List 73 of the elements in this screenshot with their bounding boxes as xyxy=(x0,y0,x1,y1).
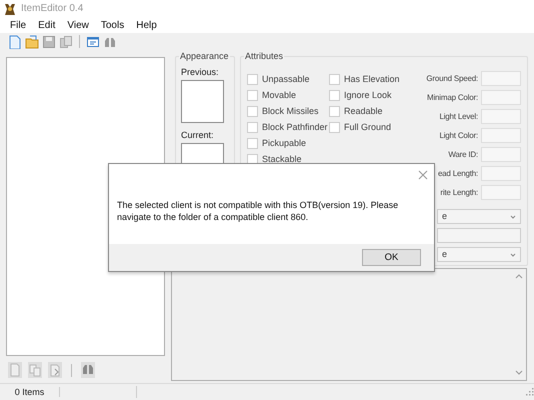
field-label: Previous: xyxy=(181,67,220,78)
group-title: Attributes xyxy=(244,51,284,62)
menu-item[interactable]: Edit xyxy=(38,20,56,32)
field-label: Minimap Color: xyxy=(427,92,478,102)
input-field[interactable] xyxy=(481,71,521,86)
input-field[interactable] xyxy=(437,228,521,243)
field-label: Current: xyxy=(181,130,215,141)
window-title: ItemEditor 0.4 xyxy=(21,3,84,15)
menu-item[interactable]: Tools xyxy=(100,20,124,32)
field-label: Ground Speed: xyxy=(426,74,478,84)
checkbox[interactable] xyxy=(247,74,258,84)
checkbox-label: Stackable xyxy=(262,154,302,164)
checkbox[interactable] xyxy=(247,122,258,132)
caret-icon xyxy=(510,214,516,218)
input-field[interactable] xyxy=(481,128,521,143)
checkbox-label: Full Ground xyxy=(344,122,392,132)
window-icon[interactable] xyxy=(86,34,100,48)
menu-item[interactable]: File xyxy=(10,20,26,32)
scroll-down-icon[interactable] xyxy=(515,370,523,376)
dialog-message: The selected client is not compatible with this OTB(version 19). Please navigate to the folder of a compatible client 860. xyxy=(117,199,400,224)
group-title: Appearance xyxy=(179,51,230,62)
checkbox-label: Has Elevation xyxy=(344,74,400,84)
open-folder-icon[interactable] xyxy=(25,34,39,48)
dropdown[interactable]: e xyxy=(437,247,521,262)
checkbox-label: Movable xyxy=(262,90,296,100)
close-icon xyxy=(418,170,428,180)
field-label: Light Level: xyxy=(439,112,478,122)
sprite-preview xyxy=(181,80,224,123)
menu-item[interactable]: View xyxy=(67,20,89,32)
binoculars-button[interactable] xyxy=(81,362,95,378)
scroll-up-icon[interactable] xyxy=(515,273,523,279)
checkbox[interactable] xyxy=(247,90,258,100)
status-text: 0 Items xyxy=(0,386,60,398)
save-icon[interactable] xyxy=(42,34,56,48)
reload-icon xyxy=(48,362,62,378)
checkbox[interactable] xyxy=(329,90,340,100)
text-area[interactable] xyxy=(171,268,527,381)
input-field[interactable] xyxy=(481,90,521,105)
field-label: ead Length: xyxy=(438,168,478,178)
dropdown-value: e xyxy=(442,249,448,260)
duplicate-button[interactable] xyxy=(28,362,42,378)
checkbox[interactable] xyxy=(329,106,340,116)
checkbox-label: Unpassable xyxy=(262,74,310,84)
checkbox[interactable] xyxy=(247,106,258,116)
menu-item[interactable]: Help xyxy=(136,20,157,32)
checkbox[interactable] xyxy=(329,74,340,84)
input-field[interactable] xyxy=(481,147,521,162)
new-item-icon xyxy=(8,362,22,378)
reload-button[interactable] xyxy=(48,362,62,378)
ok-button[interactable]: OK xyxy=(362,249,421,266)
checkbox-label: Block Missiles xyxy=(262,106,319,116)
checkbox-label: Block Pathfinder xyxy=(262,122,328,132)
checkbox[interactable] xyxy=(247,154,258,164)
field-label: Light Color: xyxy=(439,130,478,140)
checkbox-label: Readable xyxy=(344,106,383,116)
app-icon xyxy=(4,2,16,16)
input-field[interactable] xyxy=(481,185,521,200)
copy-icon[interactable] xyxy=(59,34,73,48)
duplicate-icon xyxy=(28,362,42,378)
checkbox[interactable] xyxy=(329,122,340,132)
input-field[interactable] xyxy=(481,109,521,124)
caret-icon xyxy=(510,252,516,256)
resize-grip-icon[interactable] xyxy=(526,388,534,396)
new-item-button[interactable] xyxy=(8,362,22,378)
checkbox[interactable] xyxy=(247,138,258,148)
checkbox-label: Pickupable xyxy=(262,138,306,148)
dropdown-value: e xyxy=(442,211,448,222)
field-label: Ware ID: xyxy=(448,150,478,160)
input-field[interactable] xyxy=(481,166,521,181)
dropdown[interactable]: e xyxy=(437,209,521,224)
field-label: rite Length: xyxy=(440,188,478,198)
checkbox-label: Ignore Look xyxy=(344,90,392,100)
close-button[interactable] xyxy=(418,170,428,180)
